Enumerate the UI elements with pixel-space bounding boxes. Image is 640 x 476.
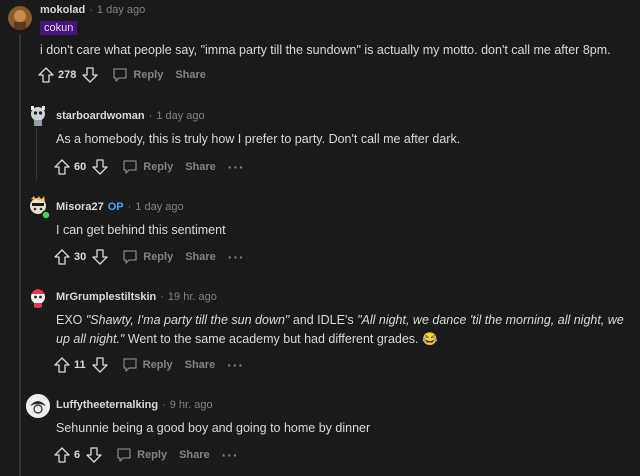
more-icon[interactable]: ···: [227, 358, 244, 372]
comment-meta: mokolad · 1 day ago: [40, 4, 145, 16]
separator: ·: [162, 399, 166, 411]
vote-count: 6: [74, 449, 81, 461]
timestamp[interactable]: 1 day ago: [135, 201, 183, 213]
reply-icon: [122, 159, 143, 175]
vote-count: 30: [74, 251, 87, 263]
share-button[interactable]: Share: [185, 359, 216, 371]
upvote-icon[interactable]: [54, 447, 70, 463]
reply-button[interactable]: Reply: [122, 249, 173, 265]
comment-actions: 278 Reply Share: [38, 65, 218, 85]
separator: ·: [148, 110, 153, 122]
avatar[interactable]: [8, 6, 32, 30]
downvote-icon[interactable]: [92, 249, 108, 265]
reply-button[interactable]: Reply: [122, 159, 173, 175]
share-button[interactable]: Share: [185, 251, 216, 263]
share-button[interactable]: Share: [175, 69, 206, 81]
comment-text: As a homebody, this is truly how I prefe…: [56, 132, 461, 146]
comment-text: I can get behind this sentiment: [56, 223, 226, 237]
vote-count: 11: [74, 359, 86, 371]
avatar[interactable]: [26, 104, 50, 128]
reply-button[interactable]: Reply: [122, 357, 173, 373]
thread-line[interactable]: [19, 34, 21, 476]
reply-icon: [112, 67, 133, 83]
downvote-icon[interactable]: [92, 159, 108, 175]
reply-icon: [116, 447, 137, 463]
reply-label: Reply: [142, 359, 173, 371]
comment-actions: 11 Reply Share ···: [54, 355, 244, 375]
timestamp[interactable]: 9 hr. ago: [170, 399, 213, 411]
reply-label: Reply: [143, 161, 174, 173]
share-button[interactable]: Share: [179, 449, 210, 461]
reply-icon: [122, 249, 143, 265]
comment-meta: Luffytheeternalking · 9 hr. ago: [56, 399, 213, 411]
comment-meta: starboardwoman · 1 day ago: [56, 110, 205, 122]
text-segment: Went to the same academy but had differe…: [124, 332, 423, 346]
author-name[interactable]: MrGrumplestiltskin: [56, 291, 156, 303]
downvote-icon[interactable]: [86, 447, 102, 463]
text-segment: EXO: [56, 313, 86, 327]
author-name[interactable]: Luffytheeternalking: [56, 399, 158, 411]
more-icon[interactable]: ···: [228, 250, 245, 264]
text-segment: and IDLE's: [289, 313, 358, 327]
comment-actions: 6 Reply Share ···: [54, 445, 239, 465]
separator: ·: [89, 4, 93, 16]
downvote-icon[interactable]: [82, 67, 99, 83]
timestamp[interactable]: 1 day ago: [97, 4, 145, 16]
comment-meta: Misora27 OP · 1 day ago: [56, 201, 184, 213]
share-button[interactable]: Share: [185, 161, 216, 173]
comment-text: EXO "Shawty, I'ma party till the sun dow…: [56, 311, 626, 349]
reply-button[interactable]: Reply: [112, 67, 163, 83]
upvote-icon[interactable]: [54, 249, 70, 265]
author-name[interactable]: mokolad: [40, 4, 85, 16]
author-name[interactable]: starboardwoman: [56, 110, 145, 122]
laughing-emoji-icon: 😂: [422, 332, 438, 346]
reply-button[interactable]: Reply: [116, 447, 167, 463]
avatar[interactable]: [26, 394, 50, 418]
timestamp[interactable]: 19 hr. ago: [168, 291, 217, 303]
comment-actions: 30 Reply Share ···: [54, 247, 245, 267]
comment-text: i don't care what people say, "imma part…: [40, 43, 611, 57]
reply-label: Reply: [143, 251, 174, 263]
reply-icon: [122, 357, 143, 373]
upvote-icon[interactable]: [38, 67, 54, 83]
more-icon[interactable]: ···: [228, 160, 245, 174]
reply-label: Reply: [133, 69, 164, 81]
comment-meta: MrGrumplestiltskin · 19 hr. ago: [56, 291, 217, 303]
comment-text: Sehunnie being a good boy and going to h…: [56, 421, 371, 435]
vote-count: 278: [58, 69, 77, 81]
reply-label: Reply: [137, 449, 168, 461]
user-flair: cokun: [40, 21, 78, 35]
avatar[interactable]: [26, 195, 51, 220]
author-name[interactable]: Misora27: [56, 201, 104, 213]
thread-line[interactable]: [36, 128, 37, 180]
separator: ·: [160, 291, 164, 303]
avatar[interactable]: [26, 284, 50, 308]
upvote-icon[interactable]: [54, 159, 70, 175]
timestamp[interactable]: 1 day ago: [156, 110, 204, 122]
upvote-icon[interactable]: [54, 357, 70, 373]
separator: ·: [127, 201, 132, 213]
lyric-quote: "Shawty, I'ma party till the sun down": [85, 313, 290, 327]
downvote-icon[interactable]: [91, 357, 108, 373]
vote-count: 60: [74, 161, 87, 173]
op-badge: OP: [107, 201, 124, 213]
comment-actions: 60 Reply Share ···: [54, 157, 245, 177]
more-icon[interactable]: ···: [222, 448, 239, 462]
